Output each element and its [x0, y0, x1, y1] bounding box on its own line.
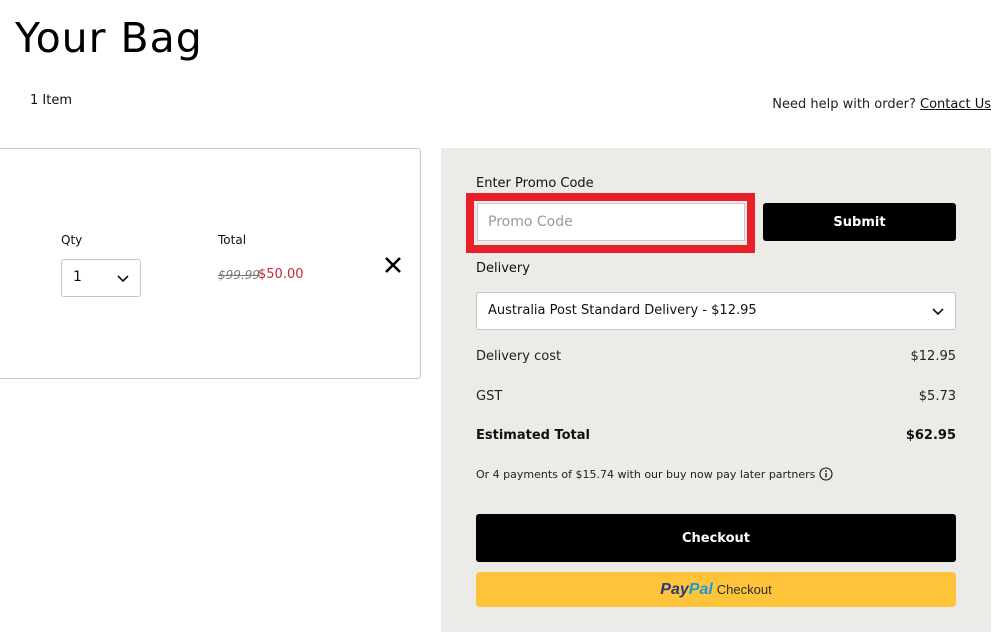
row-label: Estimated Total: [476, 428, 590, 443]
checkout-button[interactable]: Checkout: [476, 514, 956, 562]
remove-item-button[interactable]: [382, 254, 404, 276]
row-label: Delivery cost: [476, 349, 562, 364]
close-icon: [385, 257, 401, 273]
sale-price: $50.00: [258, 267, 304, 282]
row-value: $62.95: [905, 428, 956, 443]
quantity-select[interactable]: 1: [61, 259, 141, 297]
gst-row: GST $5.73: [476, 389, 956, 404]
info-icon[interactable]: [819, 467, 833, 481]
quantity-value: 1: [73, 269, 82, 285]
row-label: GST: [476, 389, 503, 404]
promo-code-label: Enter Promo Code: [476, 176, 594, 191]
item-count: 1 Item: [30, 93, 72, 108]
estimated-total-row: Estimated Total $62.95: [476, 428, 956, 443]
delivery-select[interactable]: Australia Post Standard Delivery - $12.9…: [476, 292, 956, 330]
paypal-checkout-label: Checkout: [716, 582, 772, 597]
chevron-down-icon: [117, 275, 129, 283]
delivery-selected-value: Australia Post Standard Delivery - $12.9…: [488, 303, 757, 318]
bnpl-text: Or 4 payments of $15.74 with our buy now…: [476, 467, 816, 481]
promo-code-input[interactable]: [477, 203, 745, 241]
submit-promo-button[interactable]: Submit: [763, 203, 956, 241]
paypal-logo: PayPal: [660, 580, 713, 598]
row-value: $12.95: [910, 349, 957, 364]
row-value: $5.73: [918, 389, 956, 404]
cart-item-card: Qty 1 Total $99.99 $50.00: [0, 148, 421, 379]
help-text: Need help with order? Contact Us: [772, 97, 991, 112]
paypal-checkout-button[interactable]: PayPal Checkout: [476, 572, 956, 607]
delivery-cost-row: Delivery cost $12.95: [476, 349, 956, 364]
page-title: Your Bag: [15, 14, 203, 62]
original-price: $99.99: [218, 268, 260, 282]
help-label: Need help with order?: [772, 97, 916, 112]
total-label: Total: [218, 233, 247, 247]
contact-us-link[interactable]: Contact Us: [920, 97, 991, 112]
order-summary-panel: Enter Promo Code Submit Delivery Austral…: [441, 148, 991, 632]
bnpl-message: Or 4 payments of $15.74 with our buy now…: [476, 467, 833, 481]
qty-label: Qty: [61, 233, 83, 247]
chevron-down-icon: [932, 308, 944, 316]
delivery-label: Delivery: [476, 261, 530, 276]
